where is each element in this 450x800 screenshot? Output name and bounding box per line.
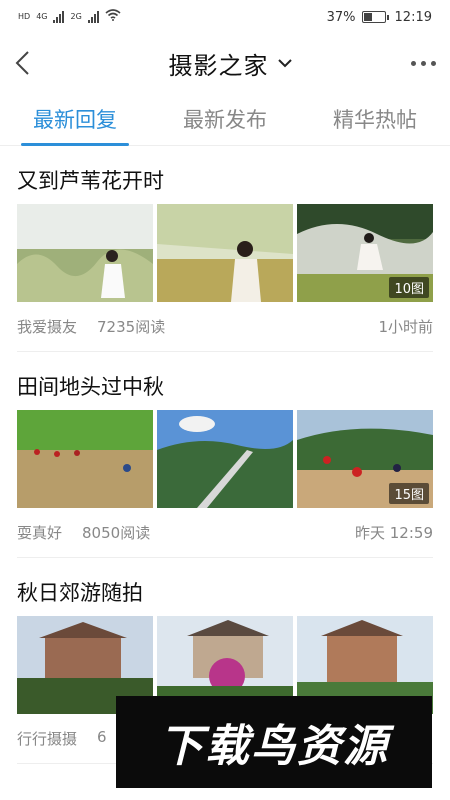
tab-bar: 最新回复 最新发布 精华热帖 [0,92,450,146]
post-item[interactable]: 田间地头过中秋 15图 耍真好 8050阅读 昨天 12:59 [0,352,450,558]
signal-icon [53,11,65,23]
more-button[interactable] [411,60,436,66]
signal-icon-2 [87,11,99,23]
post-images: 15图 [17,410,433,508]
post-images: 10图 [17,204,433,302]
post-read-count: 7235阅读 [97,318,166,336]
back-button[interactable] [14,45,50,81]
post-title[interactable]: 又到芦苇花开时 [17,146,433,204]
watermark-text: 下载鸟资源 [159,721,389,772]
post-author[interactable]: 行行摄摄 [17,728,77,749]
post-image[interactable]: 15图 [297,410,433,508]
status-bar: HD 4G 2G 37% 12:19 [0,0,450,34]
tab-latest-reply[interactable]: 最新回复 [21,92,129,146]
post-image[interactable] [157,204,293,302]
back-chevron-icon [15,51,29,75]
battery-percent: 37% [326,9,356,25]
hd-label: HD [18,12,31,21]
network-4g-label: 4G [36,12,48,21]
forum-selector[interactable]: 摄影之家 [169,46,293,81]
tab-latest-post[interactable]: 最新发布 [171,92,279,146]
image-count-badge: 15图 [389,483,429,504]
chevron-down-icon [277,59,292,68]
post-meta: 我爱摄友 7235阅读 1小时前 [17,302,433,352]
post-title[interactable]: 秋日郊游随拍 [17,558,433,616]
post-title[interactable]: 田间地头过中秋 [17,352,433,410]
network-2g-label: 2G [70,12,82,21]
post-read-count: 6 [97,728,107,746]
post-read-count: 8050阅读 [82,524,151,542]
post-author[interactable]: 耍真好 [17,522,62,543]
page-title: 摄影之家 [168,51,269,80]
post-time: 昨天 12:59 [355,524,433,542]
status-left: HD 4G 2G [18,9,121,25]
post-item[interactable]: 又到芦苇花开时 10图 我爱摄友 7235阅读 1小时前 [0,146,450,352]
post-meta: 耍真好 8050阅读 昨天 12:59 [17,508,433,558]
post-image[interactable] [157,410,293,508]
post-time: 1小时前 [378,318,433,336]
status-right: 37% 12:19 [327,10,432,25]
watermark-banner: 下载鸟资源 [116,696,432,788]
post-author[interactable]: 我爱摄友 [17,316,77,337]
wifi-icon [105,9,121,25]
battery-icon [361,11,389,23]
post-image[interactable] [17,204,153,302]
clock: 12:19 [394,9,432,25]
nav-bar: 摄影之家 [0,34,450,92]
image-count-badge: 10图 [389,277,429,298]
tab-featured[interactable]: 精华热帖 [321,92,429,146]
post-image[interactable] [17,410,153,508]
post-image[interactable]: 10图 [297,204,433,302]
more-dots-icon [411,60,416,66]
